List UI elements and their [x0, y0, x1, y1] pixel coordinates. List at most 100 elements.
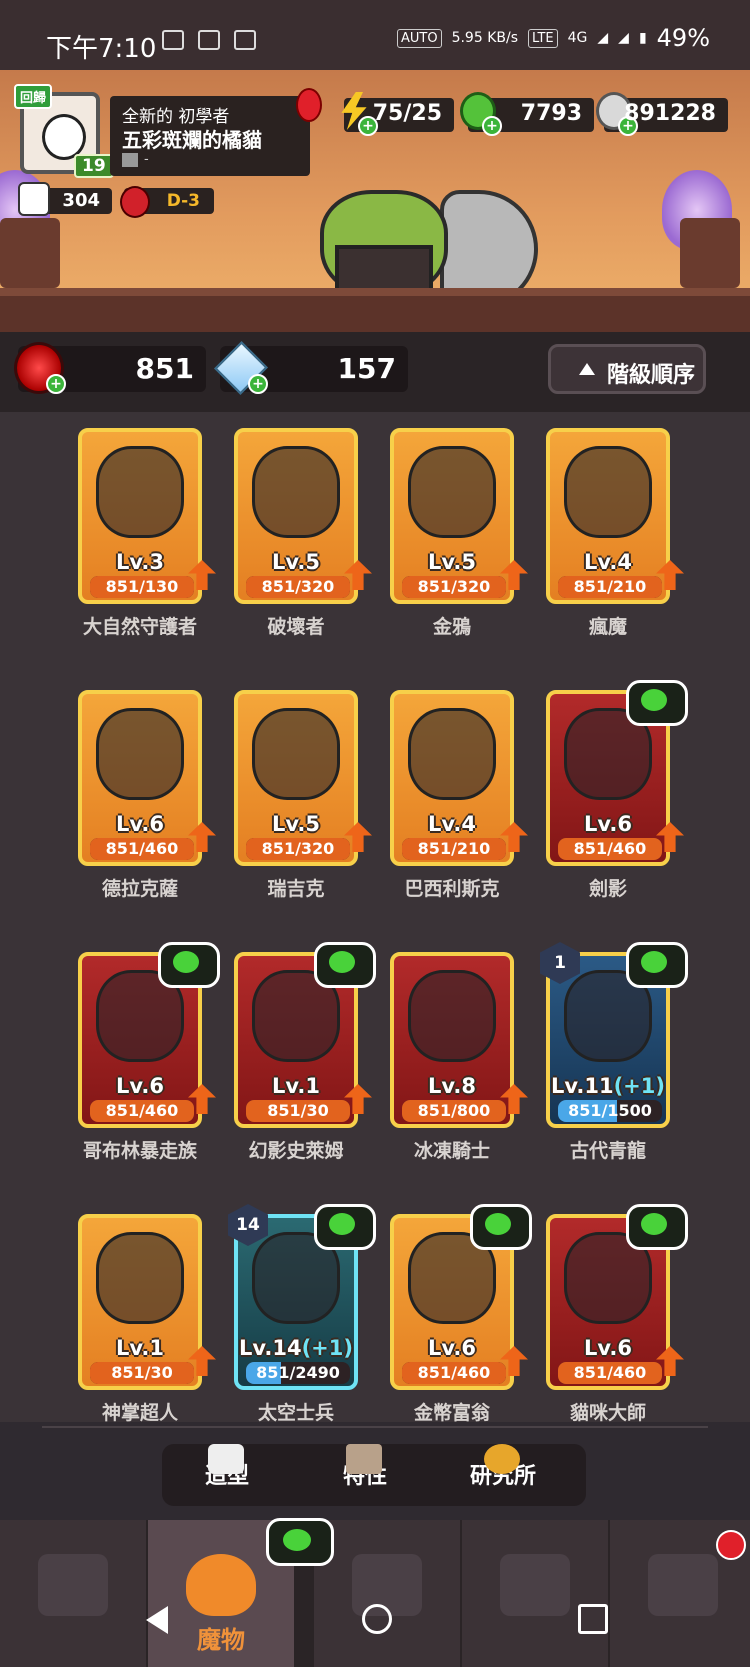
- notification-dot-icon: [296, 88, 322, 122]
- monster-card[interactable]: Lv.6 851/460: [78, 942, 220, 1128]
- monster-card-progress: 851/320: [246, 576, 350, 598]
- coin-resource[interactable]: + 891228: [596, 92, 728, 136]
- monster-card-progress-text: 851/320: [261, 577, 335, 596]
- gamepad-icon: [234, 30, 256, 50]
- monster-card[interactable]: Lv.6 851/460: [546, 1204, 688, 1390]
- monster-level: Lv.6: [394, 1336, 510, 1360]
- monster-level-value: Lv.4: [428, 812, 476, 836]
- status-right: AUTO 5.95 KB/s LTE 4G ◢ ◢ ▮ 49%: [396, 24, 710, 52]
- crystal-currency[interactable]: + 157: [213, 340, 408, 396]
- monster-level: Lv.1: [82, 1336, 198, 1360]
- monster-card[interactable]: Lv.4 851/210: [546, 428, 684, 604]
- monster-level-value: Lv.6: [584, 812, 632, 836]
- network-speed: 5.95 KB/s: [451, 30, 518, 46]
- sort-triangle-icon: [579, 363, 595, 375]
- stage-indicator[interactable]: D-3: [120, 186, 214, 218]
- guild-name: -: [144, 152, 149, 167]
- battery-icon: ▮: [638, 30, 647, 46]
- monster-level-value: Lv.6: [428, 1336, 476, 1360]
- nav-gem-badge: [266, 1518, 334, 1566]
- player-profile[interactable]: 回歸 19 全新的 初學者 五彩斑斕的橘貓 -: [14, 84, 322, 178]
- currency-bar: + 851 + 157 階級順序: [0, 332, 750, 412]
- monster-level: Lv.5: [394, 550, 510, 574]
- monster-card-progress: 851/210: [402, 838, 506, 860]
- monster-level: Lv.1: [238, 1074, 354, 1098]
- monster-name: 劍影: [588, 878, 627, 900]
- green-gem-icon: [283, 1529, 311, 1551]
- energy-resource[interactable]: + 75/25: [341, 92, 454, 136]
- monster-card-progress-text: 851/30: [111, 1363, 173, 1382]
- add-red-orb-icon[interactable]: +: [46, 374, 66, 394]
- monster-level: Lv.8: [394, 1074, 510, 1098]
- monster-level-value: Lv.5: [272, 812, 320, 836]
- monster-card-progress: 851/320: [246, 838, 350, 860]
- tab-traits[interactable]: 特性: [300, 1444, 430, 1490]
- monster-card[interactable]: Lv.14(+1) 851/2490 14: [228, 1204, 376, 1390]
- monster-level: Lv.5: [238, 812, 354, 836]
- monster-card[interactable]: Lv.8 851/800: [390, 952, 528, 1128]
- green-gem-icon: [641, 689, 667, 711]
- monster-card[interactable]: Lv.6 851/460: [546, 680, 688, 866]
- monster-card[interactable]: Lv.6 851/460: [390, 1204, 532, 1390]
- monster-card-progress: 851/800: [402, 1100, 506, 1122]
- monster-card-progress-text: 851/320: [261, 839, 335, 858]
- likes-counter[interactable]: 304: [18, 182, 112, 216]
- monster-card-progress: 851/2490: [246, 1362, 350, 1384]
- monster-level-value: Lv.14: [239, 1336, 302, 1360]
- add-crystal-icon[interactable]: +: [248, 374, 268, 394]
- energy-value: 75/25: [372, 101, 442, 126]
- monster-level-value: Lv.5: [428, 550, 476, 574]
- monster-card[interactable]: Lv.11(+1) 851/1500 1: [540, 942, 688, 1128]
- monster-name: 破壞者: [267, 616, 325, 638]
- monster-level-value: Lv.8: [428, 1074, 476, 1098]
- monster-card-progress-text: 851/130: [105, 577, 179, 596]
- monster-card[interactable]: Lv.1 851/30: [78, 1214, 216, 1390]
- red-eye-icon: [120, 186, 150, 218]
- monster-card[interactable]: Lv.3 851/130: [78, 428, 216, 604]
- thumbs-up-icon: [18, 182, 50, 216]
- network-type: 4G: [567, 30, 588, 46]
- player-level: 19: [74, 154, 114, 178]
- monster-card-progress: 851/1500: [558, 1100, 662, 1122]
- monster-card[interactable]: Lv.5 851/320: [390, 428, 528, 604]
- crystal-value: 157: [337, 352, 396, 385]
- add-gem-icon[interactable]: +: [482, 116, 502, 136]
- monster-portrait-icon: [408, 970, 496, 1062]
- system-nav: [0, 1590, 750, 1667]
- monster-card-progress-text: 851/460: [573, 839, 647, 858]
- volte-icon: LTE: [528, 28, 558, 48]
- notification-dot-icon: [716, 1530, 746, 1560]
- monster-card[interactable]: Lv.5 851/320: [234, 428, 372, 604]
- monster-portrait-icon: [252, 708, 340, 800]
- monster-level: Lv.3: [82, 550, 198, 574]
- status-bar: 下午7:10 AUTO 5.95 KB/s LTE 4G ◢ ◢ ▮ 49%: [0, 0, 750, 70]
- monster-card-progress: 851/130: [90, 576, 194, 598]
- monster-portrait-icon: [408, 446, 496, 538]
- monster-card-progress: 851/460: [90, 1100, 194, 1122]
- monster-level: Lv.4: [394, 812, 510, 836]
- tab-lab[interactable]: 研究所: [438, 1444, 568, 1490]
- gem-badge-icon: [626, 1204, 688, 1250]
- guild: -: [122, 152, 149, 167]
- monster-card[interactable]: Lv.5 851/320: [234, 690, 372, 866]
- monster-card-progress: 851/320: [402, 576, 506, 598]
- tab-skin[interactable]: 造型: [162, 1444, 292, 1490]
- monster-level-value: Lv.6: [584, 1336, 632, 1360]
- monster-card-progress-text: 851/30: [267, 1101, 329, 1120]
- gem-resource[interactable]: + 7793: [460, 92, 594, 136]
- monster-card[interactable]: Lv.4 851/210: [390, 690, 528, 866]
- back-icon[interactable]: [146, 1606, 168, 1634]
- monster-portrait-icon: [96, 1232, 184, 1324]
- red-orb-currency[interactable]: + 851: [14, 342, 206, 394]
- monster-card-progress-text: 851/460: [105, 1101, 179, 1120]
- monster-name: 貓咪大師: [569, 1402, 646, 1424]
- sort-button[interactable]: 階級順序: [548, 344, 706, 394]
- monster-portrait-icon: [96, 446, 184, 538]
- recents-icon[interactable]: [578, 1604, 608, 1634]
- monster-level: Lv.6: [550, 1336, 666, 1360]
- monster-card[interactable]: Lv.1 851/30: [234, 942, 376, 1128]
- monster-card[interactable]: Lv.6 851/460: [78, 690, 216, 866]
- monster-card-progress-text: 851/320: [417, 577, 491, 596]
- gem-badge-icon: [470, 1204, 532, 1250]
- home-icon[interactable]: [362, 1604, 392, 1634]
